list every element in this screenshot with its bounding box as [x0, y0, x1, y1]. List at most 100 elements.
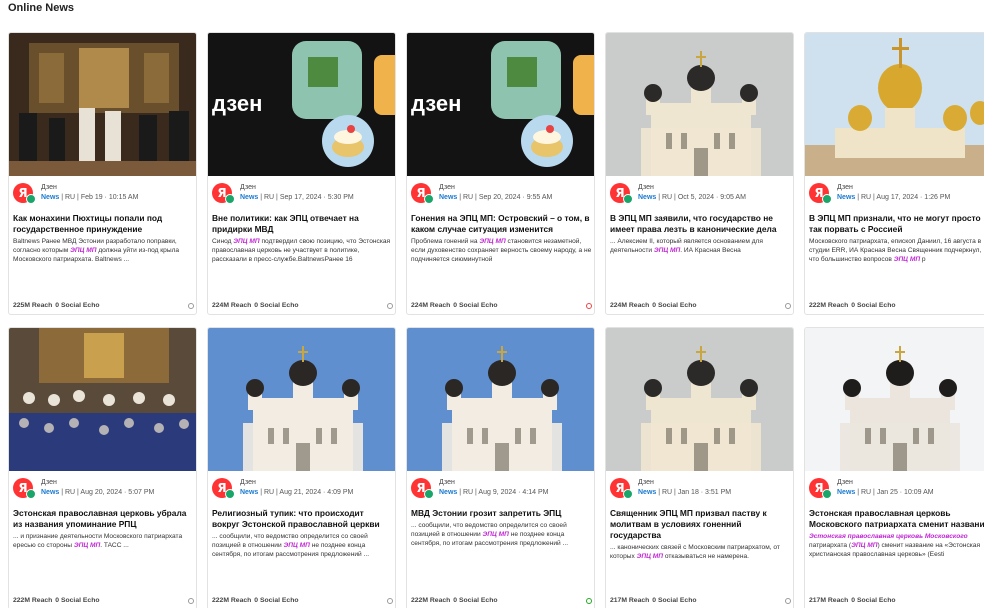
date-meta: | RU | Aug 17, 2024 · 1:26 PM	[855, 194, 951, 201]
news-headline[interactable]: Эстонская православная церковь убрала из…	[13, 508, 194, 530]
source-info: Я Дзен News | RU | Aug 20, 2024 · 5:07 P…	[13, 476, 196, 502]
news-thumbnail[interactable]	[9, 33, 196, 176]
status-dot-icon[interactable]	[387, 598, 393, 604]
news-snippet: Проблема гонений на ЭПЦ МП становится не…	[411, 237, 592, 264]
news-snippet: Московского патриархата, епископ Даниил,…	[809, 237, 984, 264]
news-thumbnail[interactable]	[606, 328, 793, 471]
news-headline[interactable]: Религиозный тупик: что происходит вокруг…	[212, 508, 393, 530]
source-meta: News | RU | Aug 9, 2024 · 4:14 PM	[439, 489, 548, 496]
news-label: News	[41, 489, 60, 496]
date-meta: | RU | Jan 18 · 3:51 PM	[656, 489, 732, 496]
keyword-highlight: ЭПЦ МП	[73, 542, 101, 549]
social-echo: 0 Social Echo	[254, 597, 299, 604]
source-meta: News | RU | Sep 20, 2024 · 9:55 AM	[439, 194, 552, 201]
keyword-highlight: ЭПЦ МП	[233, 238, 260, 245]
source-info: Я Дзен News | RU | Aug 21, 2024 · 4:09 P…	[212, 476, 395, 502]
news-card[interactable]: Я Дзен News | RU | Aug 17, 2024 · 1:26 P…	[804, 32, 984, 315]
news-thumbnail[interactable]	[208, 328, 395, 471]
source-badge-icon	[26, 194, 36, 204]
news-headline[interactable]: Эстонская православная церковь Московско…	[809, 508, 984, 530]
news-thumbnail[interactable]: дзен	[208, 33, 395, 176]
keyword-highlight: ЭПЦ МП	[851, 542, 878, 549]
card-footer: 217M Reach 0 Social Echo	[809, 597, 984, 604]
svg-text:дзен: дзен	[212, 91, 262, 116]
social-echo: 0 Social Echo	[55, 302, 100, 309]
source-badge-icon	[623, 489, 633, 499]
card-footer: 222M Reach 0 Social Echo	[809, 302, 984, 309]
news-thumbnail[interactable]	[606, 33, 793, 176]
news-thumbnail[interactable]	[805, 328, 984, 471]
snippet-text: . ТАСС ...	[100, 542, 129, 549]
news-label: News	[41, 194, 60, 201]
news-headline[interactable]: В ЭПЦ МП признали, что не могут просто т…	[809, 213, 984, 235]
social-echo: 0 Social Echo	[453, 302, 498, 309]
date-meta: | RU | Feb 19 · 10:15 AM	[59, 194, 139, 201]
snippet-text: Синод	[212, 238, 234, 245]
reach-count: 224M Reach	[610, 302, 650, 309]
snippet-text: патриархата (	[809, 542, 852, 549]
news-card[interactable]: дзен Я Дзен News | RU | Sep 20, 2024 · 9…	[406, 32, 595, 315]
source-meta: News | RU | Sep 17, 2024 · 5:30 PM	[240, 194, 354, 201]
source-name: Дзен	[638, 184, 654, 191]
news-headline[interactable]: В ЭПЦ МП заявили, что государство не име…	[610, 213, 791, 235]
status-dot-icon[interactable]	[785, 598, 791, 604]
status-dot-icon[interactable]	[785, 303, 791, 309]
news-card[interactable]: Я Дзен News | RU | Aug 20, 2024 · 5:07 P…	[8, 327, 197, 608]
card-footer: 222M Reach 0 Social Echo	[13, 597, 194, 604]
news-card[interactable]: Я Дзен News | RU | Feb 19 · 10:15 AM Как …	[8, 32, 197, 315]
news-label: News	[240, 489, 259, 496]
news-snippet: Эстонская православная церковь Московско…	[809, 532, 984, 559]
social-echo: 0 Social Echo	[254, 302, 299, 309]
news-thumbnail[interactable]	[805, 33, 984, 176]
reach-count: 222M Reach	[809, 302, 849, 309]
card-footer: 224M Reach 0 Social Echo	[212, 302, 393, 309]
status-dot-icon[interactable]	[188, 303, 194, 309]
reach-count: 224M Reach	[411, 302, 451, 309]
source-meta: News | RU | Jan 18 · 3:51 PM	[638, 489, 731, 496]
source-info: Я Дзен News | RU | Aug 9, 2024 · 4:14 PM	[411, 476, 594, 502]
news-headline[interactable]: Священник ЭПЦ МП призвал паству к молитв…	[610, 508, 791, 541]
status-dot-icon[interactable]	[387, 303, 393, 309]
status-dot-icon[interactable]	[188, 598, 194, 604]
card-footer: 225M Reach 0 Social Echo	[13, 302, 194, 309]
news-snippet: ... сообщили, что ведомство определится …	[411, 521, 592, 548]
date-meta: | RU | Sep 20, 2024 · 9:55 AM	[457, 194, 553, 201]
social-echo: 0 Social Echo	[851, 302, 896, 309]
social-echo: 0 Social Echo	[652, 597, 697, 604]
news-headline[interactable]: Как монахини Пюхтицы попали под государс…	[13, 213, 194, 235]
source-info: Я Дзен News | RU | Jan 25 · 10:09 AM	[809, 476, 984, 502]
svg-text:дзен: дзен	[411, 91, 461, 116]
date-meta: | RU | Jan 25 · 10:09 AM	[855, 489, 934, 496]
news-card[interactable]: дзен Я Дзен News | RU | Sep 17, 2024 · 5…	[207, 32, 396, 315]
news-thumbnail[interactable]	[9, 328, 196, 471]
news-thumbnail[interactable]: дзен	[407, 33, 594, 176]
news-headline[interactable]: МВД Эстонии грозит запретить ЭПЦ	[411, 508, 592, 519]
reach-count: 217M Reach	[610, 597, 650, 604]
news-label: News	[837, 194, 856, 201]
news-card[interactable]: Я Дзен News | RU | Jan 18 · 3:51 PM Свяще…	[605, 327, 794, 608]
news-snippet: ... и признание деятельности Московского…	[13, 532, 194, 550]
status-dot-icon[interactable]	[586, 303, 592, 309]
date-meta: | RU | Aug 20, 2024 · 5:07 PM	[59, 489, 155, 496]
news-card[interactable]: Я Дзен News | RU | Aug 21, 2024 · 4:09 P…	[207, 327, 396, 608]
date-meta: | RU | Sep 17, 2024 · 5:30 PM	[258, 194, 354, 201]
news-card[interactable]: Я Дзен News | RU | Oct 5, 2024 · 9:05 AM…	[605, 32, 794, 315]
news-headline[interactable]: Вне политики: как ЭПЦ отвечает на придир…	[212, 213, 393, 235]
news-card[interactable]: Я Дзен News | RU | Aug 9, 2024 · 4:14 PM…	[406, 327, 595, 608]
keyword-highlight: ЭПЦ МП	[653, 247, 681, 254]
card-footer: 217M Reach 0 Social Echo	[610, 597, 791, 604]
news-card[interactable]: Я Дзен News | RU | Jan 25 · 10:09 AM Эсто…	[804, 327, 984, 608]
source-badge-icon	[26, 489, 36, 499]
news-thumbnail[interactable]	[407, 328, 594, 471]
news-headline[interactable]: Гонения на ЭПЦ МП: Островский – о том, в…	[411, 213, 592, 235]
source-meta: News | RU | Aug 20, 2024 · 5:07 PM	[41, 489, 154, 496]
source-name: Дзен	[41, 184, 57, 191]
snippet-text: р	[920, 256, 926, 263]
reach-count: 224M Reach	[212, 302, 252, 309]
status-dot-icon[interactable]	[586, 598, 592, 604]
source-name: Дзен	[41, 479, 57, 486]
reach-count: 222M Reach	[13, 597, 53, 604]
source-meta: News | RU | Oct 5, 2024 · 9:05 AM	[638, 194, 746, 201]
source-name: Дзен	[837, 184, 853, 191]
date-meta: | RU | Aug 9, 2024 · 4:14 PM	[457, 489, 549, 496]
